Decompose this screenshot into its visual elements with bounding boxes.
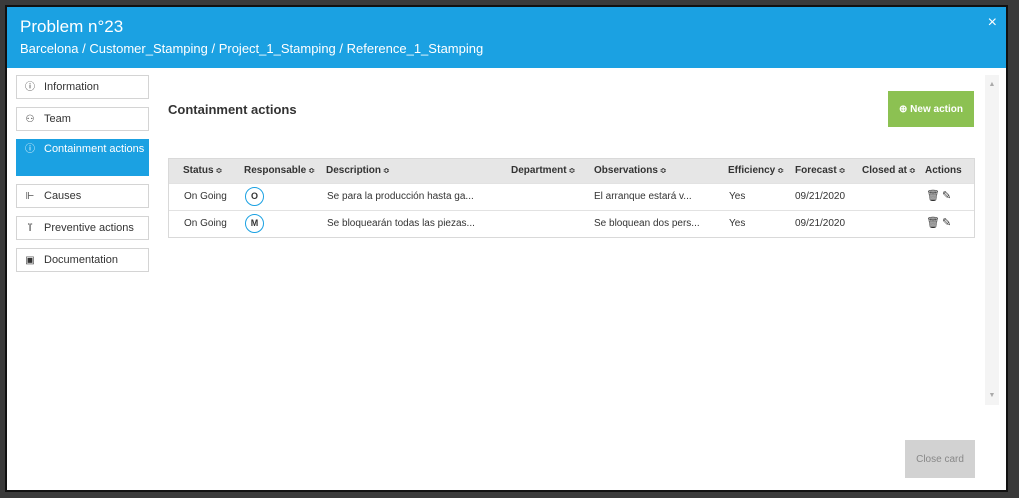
- sidebar-item-team[interactable]: ⚇ Team: [16, 107, 149, 131]
- edit-icon[interactable]: ✎: [942, 190, 951, 203]
- close-icon[interactable]: ×: [988, 15, 997, 31]
- sort-icon: ≎: [777, 166, 784, 175]
- cell-description: Se bloquearán todas las piezas...: [327, 218, 475, 229]
- edit-icon[interactable]: ✎: [942, 217, 951, 230]
- cell-observations: Se bloquean dos pers...: [594, 218, 700, 229]
- sort-icon: ≎: [308, 166, 315, 175]
- delete-icon[interactable]: 🗑: [926, 217, 940, 230]
- flask-icon: ⴶ: [27, 223, 33, 234]
- problem-modal: Problem n°23 Barcelona / Customer_Stampi…: [7, 7, 1006, 490]
- info-icon: ⓘ: [25, 82, 35, 93]
- sort-icon: ≎: [568, 166, 576, 175]
- sort-icon: ≎: [215, 166, 223, 175]
- table-row: On Going M Se bloquearán todas las pieza…: [169, 210, 974, 237]
- cell-forecast: 09/21/2020: [795, 191, 846, 202]
- cell-status: On Going: [184, 218, 227, 229]
- sort-icon: ≎: [838, 166, 846, 175]
- breadcrumb: Barcelona / Customer_Stamping / Project_…: [20, 41, 484, 56]
- table-row: On Going O Se para la producción hasta g…: [169, 183, 974, 210]
- sidebar-item-documentation[interactable]: ▣ Documentation: [16, 248, 149, 272]
- avatar[interactable]: M: [245, 214, 264, 233]
- table-header: Status ≎ Responsable ≎ Description ≎ Depart…: [169, 159, 974, 183]
- column-header-status[interactable]: Status ≎: [183, 159, 222, 183]
- cell-efficiency: Yes: [729, 191, 746, 202]
- sidebar-item-label: Documentation: [44, 254, 118, 266]
- sort-icon: ≎: [659, 166, 667, 175]
- new-action-button[interactable]: ⊕ New action: [888, 91, 974, 127]
- column-header-closed-at[interactable]: Closed at ≎: [862, 159, 916, 183]
- sort-icon: ≎: [383, 166, 390, 175]
- column-header-department[interactable]: Department ≎: [511, 159, 575, 183]
- document-icon: ▣: [25, 255, 35, 266]
- cell-description: Se para la producción hasta ga...: [327, 191, 474, 202]
- containment-actions-table: Status ≎ Responsable ≎ Description ≎ Depart…: [168, 158, 975, 238]
- info-icon: ⓘ: [25, 144, 35, 155]
- scroll-up-icon[interactable]: ▲: [985, 81, 999, 88]
- column-header-efficiency[interactable]: Efficiency ≎: [728, 159, 784, 183]
- column-header-observations[interactable]: Observations ≎: [594, 159, 667, 183]
- cell-efficiency: Yes: [729, 218, 746, 229]
- column-header-forecast[interactable]: Forecast ≎: [795, 159, 845, 183]
- cell-forecast: 09/21/2020: [795, 218, 846, 229]
- sidebar-item-label: Team: [44, 113, 71, 125]
- sidebar-item-causes[interactable]: ⊩ Causes: [16, 184, 149, 208]
- sidebar-item-preventive-actions[interactable]: ⴶ Preventive actions: [16, 216, 149, 240]
- sidebar-item-containment-actions[interactable]: ⓘ Containment actions: [16, 139, 149, 176]
- close-card-button[interactable]: Close card: [905, 440, 975, 478]
- cell-status: On Going: [184, 191, 227, 202]
- hierarchy-icon: ⊩: [25, 191, 35, 202]
- modal-header: Problem n°23 Barcelona / Customer_Stampi…: [7, 7, 1006, 68]
- column-header-actions: Actions: [925, 165, 962, 176]
- sidebar-item-label: Information: [44, 81, 100, 93]
- sort-icon: ≎: [909, 166, 916, 175]
- sidebar-item-label: Preventive actions: [44, 222, 134, 234]
- sidebar-item-label: Containment actions: [44, 143, 145, 155]
- section-title: Containment actions: [168, 102, 297, 117]
- team-icon: ⚇: [25, 114, 35, 125]
- scroll-down-icon[interactable]: ▼: [985, 392, 999, 399]
- vertical-scrollbar[interactable]: ▲ ▼: [985, 75, 999, 405]
- delete-icon[interactable]: 🗑: [926, 190, 940, 203]
- sidebar-item-information[interactable]: ⓘ Information: [16, 75, 149, 99]
- modal-title: Problem n°23: [20, 17, 124, 36]
- avatar[interactable]: O: [245, 187, 264, 206]
- sidebar-item-label: Causes: [44, 190, 82, 202]
- sidebar: ⓘ Information ⚇ Team ⓘ Containment actions …: [16, 75, 149, 280]
- column-header-description[interactable]: Description ≎: [326, 159, 390, 183]
- cell-observations: El arranque estará v...: [594, 191, 692, 202]
- column-header-responsable[interactable]: Responsable ≎: [244, 159, 315, 183]
